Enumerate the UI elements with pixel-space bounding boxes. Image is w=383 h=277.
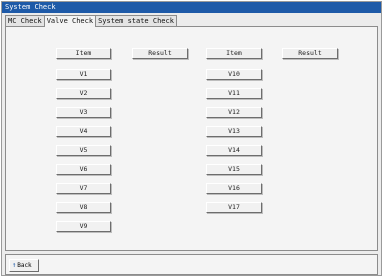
valve-v4-button[interactable]: V4 <box>56 126 111 137</box>
valve-v8-button[interactable]: V8 <box>56 202 111 213</box>
valve-v16-button[interactable]: V16 <box>206 183 262 194</box>
back-button[interactable]: ↑Back <box>9 259 39 272</box>
valve-v6-button[interactable]: V6 <box>56 164 111 175</box>
footer-bar: ↑Back <box>5 254 378 275</box>
valve-v11-button[interactable]: V11 <box>206 88 262 99</box>
back-label: Back <box>17 262 32 269</box>
tab-system-state-check[interactable]: System state Check <box>95 15 177 26</box>
valve-v14-button[interactable]: V14 <box>206 145 262 156</box>
tab-mc-check[interactable]: MC Check <box>5 15 45 26</box>
valve-v5-button[interactable]: V5 <box>56 145 111 156</box>
window-title: System Check <box>2 2 381 13</box>
tab-bar: MC Check Valve Check System state Check <box>5 15 177 27</box>
item-header-right: Item <box>206 48 262 59</box>
valve-v13-button[interactable]: V13 <box>206 126 262 137</box>
item-header-left: Item <box>56 48 111 59</box>
system-check-window: System Check MC Check Valve Check System… <box>1 1 382 276</box>
valve-v12-button[interactable]: V12 <box>206 107 262 118</box>
result-header-right: Result <box>282 48 338 59</box>
valve-check-panel: Item Result Item Result V1 V2 V3 V4 V5 V… <box>5 26 378 251</box>
valve-v15-button[interactable]: V15 <box>206 164 262 175</box>
valve-v17-button[interactable]: V17 <box>206 202 262 213</box>
valve-v9-button[interactable]: V9 <box>56 221 111 232</box>
valve-v7-button[interactable]: V7 <box>56 183 111 194</box>
valve-v2-button[interactable]: V2 <box>56 88 111 99</box>
result-header-left: Result <box>132 48 188 59</box>
valve-v3-button[interactable]: V3 <box>56 107 111 118</box>
tab-valve-check[interactable]: Valve Check <box>43 15 97 27</box>
valve-v10-button[interactable]: V10 <box>206 69 262 80</box>
up-arrow-icon: ↑ <box>12 261 17 269</box>
valve-v1-button[interactable]: V1 <box>56 69 111 80</box>
